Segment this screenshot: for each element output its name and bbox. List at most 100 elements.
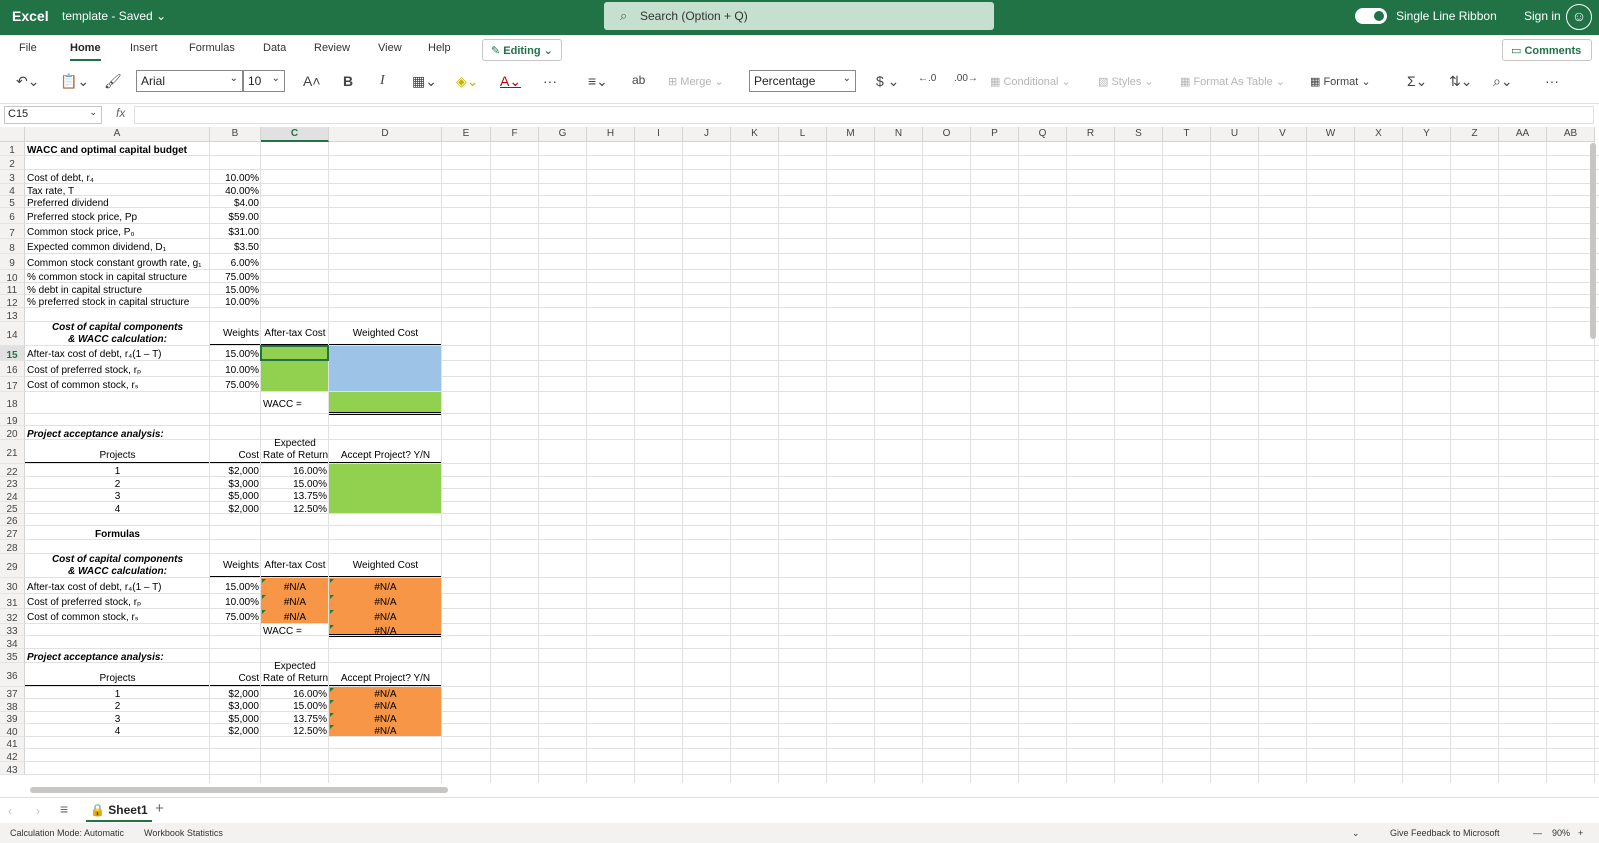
column-header-a[interactable]: A: [25, 127, 210, 142]
find-icon[interactable]: ⌕⌄: [1493, 73, 1513, 90]
column-header-s[interactable]: S: [1115, 127, 1163, 142]
formula-component-weight[interactable]: 10.00%: [210, 594, 261, 609]
column-header-k[interactable]: K: [731, 127, 779, 142]
row-header-24[interactable]: 24: [0, 489, 25, 503]
input-value[interactable]: $59.00: [210, 208, 261, 224]
row-header-7[interactable]: 7: [0, 224, 25, 239]
tab-file[interactable]: File: [19, 42, 37, 54]
row-header-37[interactable]: 37: [0, 687, 25, 700]
status-chevron-icon[interactable]: ⌄: [1352, 828, 1360, 839]
paste-icon[interactable]: 📋⌄: [60, 73, 89, 90]
horizontal-scrollbar[interactable]: [30, 787, 448, 793]
row-header-29[interactable]: 29: [0, 554, 25, 578]
feedback-link[interactable]: Give Feedback to Microsoft: [1390, 828, 1500, 838]
column-header-y[interactable]: Y: [1403, 127, 1451, 142]
error-value-cell[interactable]: #N/A: [261, 594, 329, 609]
increase-decimal-icon[interactable]: ←.0: [918, 73, 936, 84]
column-header-o[interactable]: O: [923, 127, 971, 142]
single-line-ribbon-toggle[interactable]: [1355, 8, 1387, 24]
merge-button[interactable]: ⊞ Merge ⌄: [668, 75, 724, 88]
weighted-cost-input-area[interactable]: [329, 346, 441, 391]
row-header-36[interactable]: 36: [0, 663, 25, 687]
column-header-x[interactable]: X: [1355, 127, 1403, 142]
column-header-g[interactable]: G: [539, 127, 587, 142]
row-header-19[interactable]: 19: [0, 414, 25, 427]
input-project-ror[interactable]: 13.75%: [261, 489, 329, 502]
input-project-ror[interactable]: 12.50%: [261, 502, 329, 514]
row-header-33[interactable]: 33: [0, 624, 25, 637]
formula-project-cost[interactable]: $5,000: [210, 712, 261, 724]
all-sheets-icon[interactable]: ≡: [60, 801, 68, 817]
row-header-31[interactable]: 31: [0, 594, 25, 609]
column-header-e[interactable]: E: [442, 127, 491, 142]
comments-button[interactable]: ▭ Comments: [1502, 39, 1592, 61]
sheet-tab-sheet1[interactable]: 🔒 Sheet1: [86, 798, 152, 822]
row-header-18[interactable]: 18: [0, 392, 25, 414]
font-color-icon[interactable]: A⌄: [500, 73, 521, 90]
row-header-15[interactable]: 15: [0, 346, 25, 361]
column-header-i[interactable]: I: [635, 127, 683, 142]
next-sheet-icon[interactable]: ›: [36, 804, 40, 818]
row-header-20[interactable]: 20: [0, 426, 25, 440]
formula-project-ror[interactable]: 16.00%: [261, 687, 329, 699]
row-header-23[interactable]: 23: [0, 477, 25, 490]
column-header-aa[interactable]: AA: [1499, 127, 1547, 142]
name-box[interactable]: C15 ⌄: [4, 106, 102, 124]
tab-data[interactable]: Data: [263, 42, 286, 54]
row-header-9[interactable]: 9: [0, 254, 25, 270]
row-header-6[interactable]: 6: [0, 208, 25, 224]
column-header-j[interactable]: J: [683, 127, 731, 142]
input-component-weight[interactable]: 10.00%: [210, 361, 261, 377]
column-header-f[interactable]: F: [491, 127, 539, 142]
row-header-14[interactable]: 14: [0, 322, 25, 346]
row-header-34[interactable]: 34: [0, 636, 25, 650]
column-header-m[interactable]: M: [827, 127, 875, 142]
row-header-16[interactable]: 16: [0, 361, 25, 377]
row-header-1[interactable]: 1: [0, 142, 25, 156]
input-component-weight[interactable]: 15.00%: [210, 346, 261, 361]
column-header-p[interactable]: P: [971, 127, 1019, 142]
row-header-11[interactable]: 11: [0, 283, 25, 296]
input-component-weight[interactable]: 75.00%: [210, 377, 261, 392]
error-value-cell[interactable]: #N/A: [329, 578, 442, 594]
error-value-cell[interactable]: #N/A: [261, 609, 329, 624]
column-header-l[interactable]: L: [779, 127, 827, 142]
calculation-mode[interactable]: Calculation Mode: Automatic: [10, 828, 124, 838]
input-value[interactable]: 75.00%: [210, 270, 261, 283]
spreadsheet-grid[interactable]: A B C D E F G H I J K L M N O P Q R S T U V W X Y Z AA AB 1 2 3 4 5 6 7 8 9 1…: [0, 127, 1599, 783]
tab-help[interactable]: Help: [428, 42, 451, 54]
currency-icon[interactable]: $ ⌄: [876, 73, 899, 90]
input-project-cost[interactable]: $2,000: [210, 464, 261, 477]
zoom-in-icon[interactable]: +: [1578, 828, 1583, 838]
row-header-30[interactable]: 30: [0, 578, 25, 594]
select-all-corner[interactable]: [0, 127, 25, 142]
input-project-cost[interactable]: $5,000: [210, 489, 261, 502]
input-project-cost[interactable]: $2,000: [210, 502, 261, 514]
more-font-icon[interactable]: ···: [543, 73, 557, 89]
column-header-r[interactable]: R: [1067, 127, 1115, 142]
wacc-input-cell[interactable]: [329, 392, 441, 413]
error-value-cell[interactable]: #N/A: [329, 699, 442, 712]
error-value-cell[interactable]: #N/A: [329, 624, 442, 636]
column-header-q[interactable]: Q: [1019, 127, 1067, 142]
vertical-scrollbar[interactable]: [1590, 143, 1596, 339]
row-header-17[interactable]: 17: [0, 377, 25, 392]
input-project-ror[interactable]: 15.00%: [261, 477, 329, 489]
row-header-22[interactable]: 22: [0, 464, 25, 478]
zoom-out-icon[interactable]: —: [1533, 828, 1542, 838]
row-header-42[interactable]: 42: [0, 749, 25, 763]
row-header-26[interactable]: 26: [0, 514, 25, 527]
input-value[interactable]: $3.50: [210, 239, 261, 254]
wrap-text-icon[interactable]: ab: [632, 73, 645, 87]
row-header-27[interactable]: 27: [0, 526, 25, 540]
font-name-select[interactable]: Arial ⌄: [136, 70, 243, 92]
formula-component-weight[interactable]: 75.00%: [210, 609, 261, 624]
number-format-select[interactable]: Percentage ⌄: [749, 70, 856, 92]
increase-font-icon[interactable]: A˄: [303, 73, 321, 89]
input-value[interactable]: 10.00%: [210, 295, 261, 308]
formula-input[interactable]: [134, 106, 1594, 124]
bold-icon[interactable]: B: [343, 73, 353, 89]
row-header-5[interactable]: 5: [0, 196, 25, 209]
autosum-icon[interactable]: Σ⌄: [1407, 73, 1427, 90]
row-header-40[interactable]: 40: [0, 724, 25, 738]
